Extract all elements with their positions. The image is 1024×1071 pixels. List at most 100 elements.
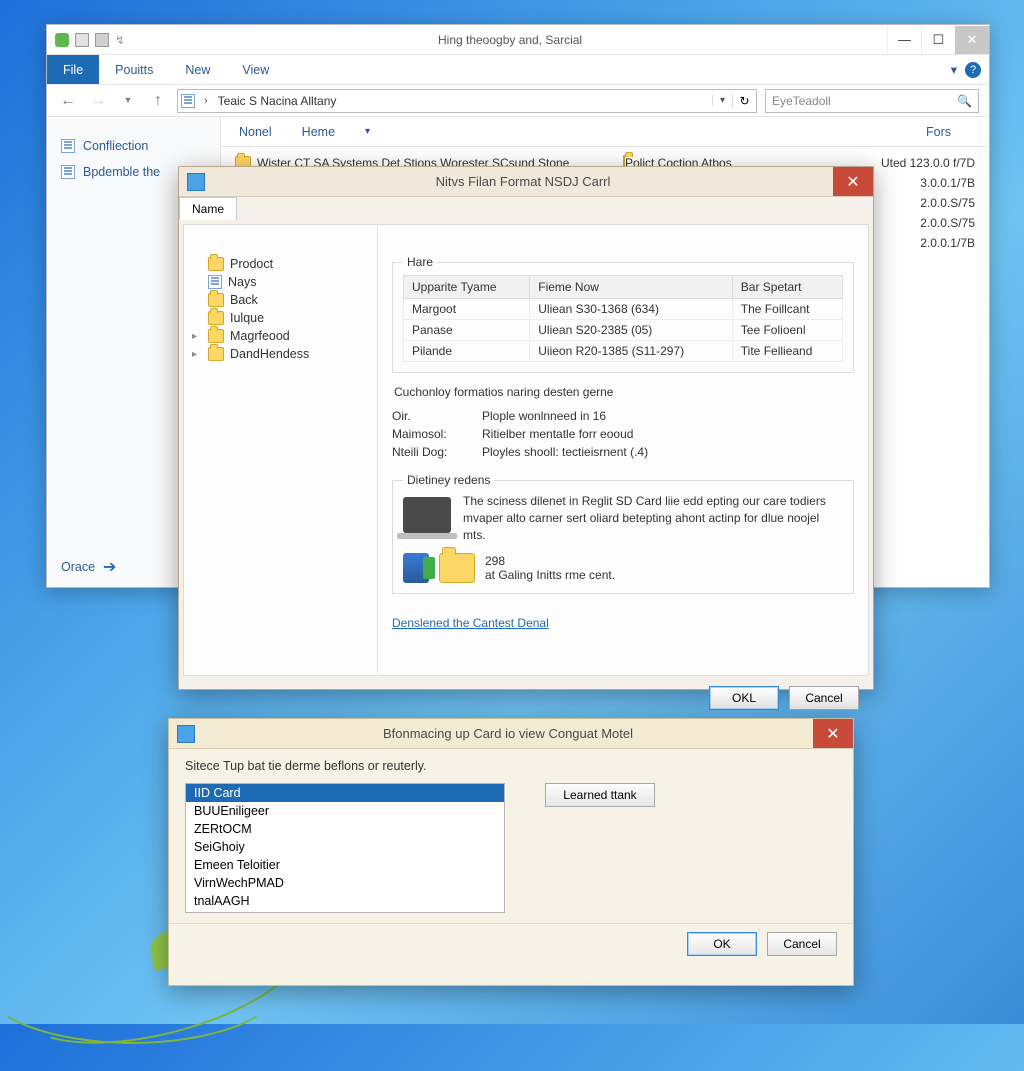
list-item[interactable]: IID Card bbox=[186, 784, 504, 802]
dialog2-titlebar[interactable]: Bfonmacing up Card io view Conguat Motel… bbox=[169, 719, 853, 749]
tree-label: Back bbox=[230, 293, 258, 307]
page-icon bbox=[208, 275, 222, 289]
kv-value: Ritielber mentatle forr eooud bbox=[482, 427, 854, 441]
search-icon[interactable]: 🔍 bbox=[957, 94, 972, 108]
pin-icon[interactable]: ↯ bbox=[115, 33, 125, 47]
folder-icon bbox=[439, 553, 475, 583]
list-item[interactable]: Emeen Teloitier bbox=[186, 856, 504, 874]
forward-button[interactable]: → bbox=[87, 90, 109, 112]
tab-new[interactable]: New bbox=[169, 55, 226, 84]
learned-button[interactable]: Learned ttank bbox=[545, 783, 655, 807]
dialog-close-button[interactable]: ✕ bbox=[833, 167, 873, 196]
tab-name[interactable]: Name bbox=[179, 197, 237, 220]
col-heme[interactable]: Heme bbox=[302, 125, 335, 139]
col-fors[interactable]: Fors bbox=[926, 125, 971, 139]
quick-access-toolbar: ↯ bbox=[47, 33, 133, 47]
kv-key: Maimosol: bbox=[392, 427, 482, 441]
sidebar-item-label: Confliection bbox=[83, 139, 148, 153]
table-cell: Panase bbox=[404, 320, 530, 341]
tab-file[interactable]: File bbox=[47, 55, 99, 84]
search-input[interactable]: EyeTeadoll 🔍 bbox=[765, 89, 979, 113]
folder-icon bbox=[208, 329, 224, 343]
item-listbox[interactable]: IID CardBUUEniligeerZERtOCMSeiGhoiyEmeen… bbox=[185, 783, 505, 913]
cancel-button[interactable]: Cancel bbox=[767, 932, 837, 956]
table-cell: Uliean S30-1368 (634) bbox=[530, 299, 733, 320]
expand-icon[interactable]: ▸ bbox=[192, 331, 202, 342]
sidebar-footer-label: Orace bbox=[61, 560, 95, 574]
doc-icon[interactable] bbox=[75, 33, 89, 47]
tree-label: Iulque bbox=[230, 311, 264, 325]
refresh-button[interactable]: ↻ bbox=[732, 94, 756, 108]
table-cell: Pilande bbox=[404, 341, 530, 362]
sidebar-footer[interactable]: Orace ➔ bbox=[61, 557, 116, 577]
explorer-titlebar[interactable]: ↯ Hing theoogby and, Sarcial — ☐ ✕ bbox=[47, 25, 989, 55]
col-name[interactable]: Nonel bbox=[239, 125, 272, 139]
folder-icon bbox=[208, 293, 224, 307]
ok-button[interactable]: OK bbox=[687, 932, 757, 956]
help-icon[interactable]: ? bbox=[965, 62, 981, 78]
tree-node[interactable]: Nays bbox=[192, 273, 369, 291]
table-row[interactable]: MargootUliean S30-1368 (634)The Foillcan… bbox=[404, 299, 843, 320]
breadcrumb-bar[interactable]: › Teaic S Nacina Alltany ▾ ↻ bbox=[177, 89, 757, 113]
tree-node[interactable]: ▸ DandHendess bbox=[192, 345, 369, 363]
cancel-button[interactable]: Cancel bbox=[789, 686, 859, 710]
tree-node[interactable]: Iulque bbox=[192, 309, 369, 327]
tree-node[interactable]: Back bbox=[192, 291, 369, 309]
list-item[interactable]: SeiGhoiy bbox=[186, 838, 504, 856]
ribbon-tabs: File Pouitts New View ▾ ? bbox=[47, 55, 989, 85]
laptop-icon bbox=[403, 497, 451, 533]
kv-row: Nteili Dog:Ployles shooll: tectieisrnent… bbox=[392, 443, 854, 461]
back-button[interactable]: ← bbox=[57, 90, 79, 112]
tab-pouitts[interactable]: Pouitts bbox=[99, 55, 169, 84]
chevron-right-icon[interactable]: › bbox=[198, 95, 214, 107]
ok-button[interactable]: OKL bbox=[709, 686, 779, 710]
list-item[interactable]: VirnWechPMAD bbox=[186, 874, 504, 892]
list-item[interactable]: ZERtOCM bbox=[186, 820, 504, 838]
arrow-right-icon: ➔ bbox=[103, 557, 116, 577]
format-dialog: Nitvs Filan Format NSDJ Carrl ✕ Name Pro… bbox=[178, 166, 874, 690]
ribbon-collapse-icon[interactable]: ▾ bbox=[951, 62, 957, 77]
dietiney-legend: Dietiney redens bbox=[403, 473, 494, 487]
dialog-title: Nitvs Filan Format NSDJ Carrl bbox=[213, 174, 833, 189]
table-cell: Uliean S20-2385 (05) bbox=[530, 320, 733, 341]
up-button[interactable]: ↑ bbox=[147, 90, 169, 112]
details-pane: Hare Upparite Tyame Fieme Now Bar Spetar… bbox=[378, 225, 868, 675]
dialog2-title: Bfonmacing up Card io view Conguat Motel bbox=[203, 726, 813, 741]
th-fieme[interactable]: Fieme Now bbox=[530, 276, 733, 299]
save-icon[interactable] bbox=[95, 33, 109, 47]
dialog-titlebar[interactable]: Nitvs Filan Format NSDJ Carrl ✕ bbox=[179, 167, 873, 197]
conguat-dialog: Bfonmacing up Card io view Conguat Motel… bbox=[168, 718, 854, 986]
tree-label: DandHendess bbox=[230, 347, 309, 361]
table-row[interactable]: PilandeUiieon R20-1385 (S11-297)Tite Fel… bbox=[404, 341, 843, 362]
section-cuchonloy-title: Cuchonloy formatios naring desten gerne bbox=[394, 385, 854, 399]
tab-view[interactable]: View bbox=[226, 55, 285, 84]
maximize-button[interactable]: ☐ bbox=[921, 26, 955, 54]
kv-row: Maimosol:Ritielber mentatle forr eooud bbox=[392, 425, 854, 443]
table-cell: Margoot bbox=[404, 299, 530, 320]
kv-value: Plople wonlnneed in 16 bbox=[482, 409, 854, 423]
kv-value: Ployles shooll: tectieisrnent (.4) bbox=[482, 445, 854, 459]
list-item[interactable]: BUUEniligeer bbox=[186, 802, 504, 820]
th-bar[interactable]: Bar Spetart bbox=[732, 276, 842, 299]
list-item[interactable]: tnalAAGH bbox=[186, 892, 504, 910]
denslend-link[interactable]: Denslened the Cantest Denal bbox=[392, 616, 549, 630]
expand-icon[interactable]: ▸ bbox=[192, 349, 202, 360]
hare-legend: Hare bbox=[403, 255, 437, 269]
address-dropdown-icon[interactable]: ▾ bbox=[712, 95, 732, 106]
hare-group: Hare Upparite Tyame Fieme Now Bar Spetar… bbox=[392, 255, 854, 373]
dietiney-group: Dietiney redens The sciness dilenet in R… bbox=[392, 473, 854, 594]
minimize-button[interactable]: — bbox=[887, 26, 921, 54]
drive-icon bbox=[403, 553, 429, 583]
sidebar-item-confliction[interactable]: Confliection bbox=[47, 133, 220, 159]
tree-node[interactable]: Prodoct bbox=[192, 255, 369, 273]
table-cell: Tee Folioenl bbox=[732, 320, 842, 341]
dialog2-close-button[interactable]: ✕ bbox=[813, 719, 853, 748]
table-cell: The Foillcant bbox=[732, 299, 842, 320]
sort-dropdown-icon[interactable]: ▾ bbox=[365, 126, 370, 137]
th-upparite[interactable]: Upparite Tyame bbox=[404, 276, 530, 299]
recent-dropdown[interactable]: ▾ bbox=[117, 90, 139, 112]
table-row[interactable]: PanaseUliean S20-2385 (05)Tee Folioenl bbox=[404, 320, 843, 341]
tree-node[interactable]: ▸Magrfeood bbox=[192, 327, 369, 345]
close-button[interactable]: ✕ bbox=[955, 26, 989, 54]
breadcrumb-segment[interactable]: Teaic S Nacina Alltany bbox=[214, 94, 341, 108]
